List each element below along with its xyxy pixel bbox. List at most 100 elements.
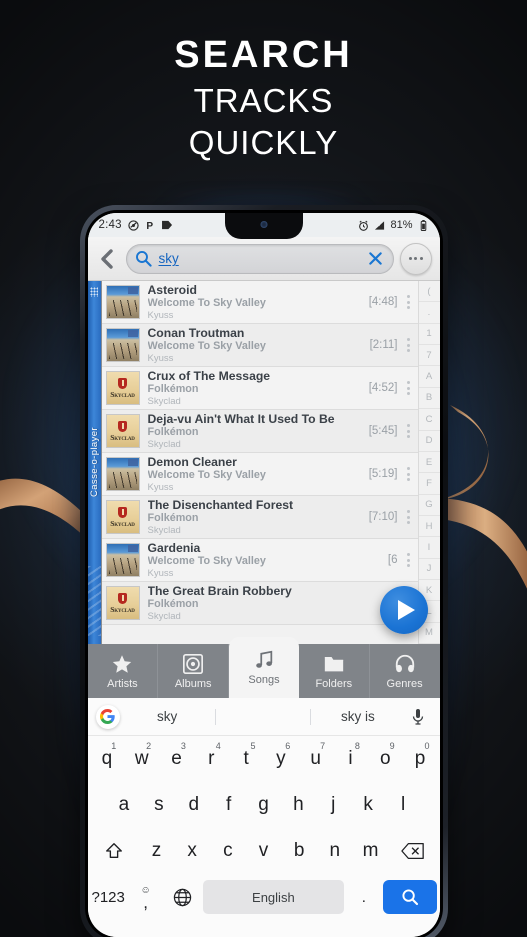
- index-letter[interactable]: .: [418, 302, 440, 324]
- index-letter[interactable]: (: [418, 281, 440, 303]
- key-b[interactable]: b: [282, 832, 316, 870]
- space-key[interactable]: English: [202, 880, 345, 914]
- microphone-button[interactable]: [405, 708, 431, 726]
- key-c[interactable]: c: [211, 832, 245, 870]
- key-u[interactable]: 7u: [299, 740, 332, 778]
- key-v[interactable]: v: [247, 832, 281, 870]
- key-n[interactable]: n: [318, 832, 352, 870]
- tab-artists[interactable]: Artists: [88, 644, 159, 698]
- shift-key[interactable]: [91, 832, 138, 870]
- index-letter[interactable]: H: [418, 516, 440, 538]
- key-m[interactable]: m: [354, 832, 388, 870]
- tab-folders[interactable]: Folders: [299, 644, 370, 698]
- track-list[interactable]: Asteroid Welcome To Sky Valley Kyuss [4:48]…: [101, 281, 418, 644]
- key-r[interactable]: 4r: [195, 740, 228, 778]
- alphabet-index-strip[interactable]: (. 1 7 A B C D E F G H I J K L M: [417, 281, 440, 645]
- microphone-icon: [413, 708, 424, 725]
- track-overflow-icon[interactable]: [402, 373, 416, 403]
- track-row[interactable]: Skyclad Deja-vu Ain't What It Used To Be F…: [101, 410, 418, 453]
- key-w[interactable]: 2w: [125, 740, 158, 778]
- track-row[interactable]: Skyclad The Great Brain Robbery Folkémon Sk…: [101, 582, 418, 625]
- key-o[interactable]: 9o: [369, 740, 402, 778]
- tab-albums[interactable]: Albums: [158, 644, 230, 698]
- comma-key[interactable]: ☺ ,: [128, 878, 163, 916]
- suggestion-bar: sky sky is: [87, 698, 440, 736]
- track-title: Crux of The Message: [147, 368, 271, 383]
- period-key[interactable]: .: [346, 878, 381, 916]
- key-z[interactable]: z: [140, 832, 174, 870]
- play-fab-button[interactable]: [379, 586, 428, 634]
- side-drawer-tab[interactable]: Casse-o-player: [87, 281, 102, 644]
- globe-icon: [174, 888, 192, 906]
- index-letter[interactable]: M: [418, 623, 440, 645]
- search-input[interactable]: sky: [125, 243, 394, 274]
- key-g[interactable]: g: [247, 786, 280, 824]
- suggestion-1[interactable]: sky: [120, 709, 215, 724]
- track-row[interactable]: Skyclad The Disenchanted Forest Folkémon Sk…: [101, 496, 418, 539]
- track-row[interactable]: Gardenia Welcome To Sky Valley Kyuss [6: [101, 539, 418, 582]
- key-label: w: [134, 748, 149, 769]
- index-letter[interactable]: J: [418, 559, 440, 581]
- key-d[interactable]: d: [177, 786, 210, 824]
- index-letter[interactable]: G: [418, 495, 440, 516]
- search-clear-button[interactable]: [367, 250, 385, 268]
- tab-label: Artists: [107, 677, 138, 690]
- key-e[interactable]: 3e: [160, 740, 193, 778]
- track-album: Welcome To Sky Valley: [147, 468, 266, 481]
- track-overflow-icon[interactable]: [402, 545, 416, 575]
- key-a[interactable]: a: [108, 786, 141, 824]
- google-logo-icon[interactable]: [95, 704, 120, 729]
- album-art-text: Skyclad: [110, 518, 135, 528]
- track-row[interactable]: Skyclad Crux of The Message Folkémon Skycla…: [101, 367, 418, 410]
- backspace-key[interactable]: [389, 832, 436, 870]
- search-icon: [135, 251, 152, 267]
- key-s[interactable]: s: [142, 786, 175, 824]
- key-q[interactable]: 1q: [91, 740, 124, 778]
- track-overflow-icon[interactable]: [402, 287, 416, 317]
- key-l[interactable]: l: [387, 786, 420, 824]
- star-icon: [111, 653, 133, 675]
- headline-line-3: QUICKLY: [188, 124, 339, 161]
- language-key[interactable]: [165, 878, 200, 916]
- back-button[interactable]: [94, 244, 120, 274]
- key-f[interactable]: f: [212, 786, 245, 824]
- key-i[interactable]: 8i: [334, 740, 367, 778]
- key-label: p: [414, 748, 426, 769]
- track-overflow-icon[interactable]: [402, 416, 416, 446]
- index-letter[interactable]: F: [418, 473, 440, 495]
- track-overflow-icon[interactable]: [402, 459, 416, 489]
- track-row[interactable]: Demon Cleaner Welcome To Sky Valley Kyuss[…: [101, 453, 418, 496]
- key-label: e: [171, 748, 182, 769]
- album-art: Skyclad: [105, 500, 140, 534]
- keyboard-row-3: zxcvbnm: [88, 828, 440, 874]
- tab-songs[interactable]: Songs: [229, 637, 299, 698]
- index-letter[interactable]: B: [418, 388, 440, 410]
- suggestion-3[interactable]: sky is: [310, 709, 405, 724]
- key-x[interactable]: x: [175, 832, 209, 870]
- symbols-key[interactable]: ?123: [91, 878, 126, 916]
- key-h[interactable]: h: [282, 786, 315, 824]
- track-meta: Deja-vu Ain't What It Used To Be Folkémon…: [148, 412, 369, 451]
- key-p[interactable]: 0p: [404, 740, 437, 778]
- index-letter[interactable]: C: [418, 409, 440, 431]
- overflow-menu-icon: [408, 257, 423, 260]
- index-letter[interactable]: 1: [418, 324, 440, 346]
- overflow-menu-button[interactable]: [399, 242, 432, 275]
- index-letter[interactable]: I: [418, 537, 440, 559]
- index-letter[interactable]: 7: [418, 345, 440, 367]
- key-j[interactable]: j: [317, 786, 350, 824]
- keyboard-row-2: asdfghjkl: [88, 782, 440, 828]
- key-k[interactable]: k: [352, 786, 385, 824]
- key-t[interactable]: 5t: [230, 740, 263, 778]
- index-letter[interactable]: D: [418, 431, 440, 452]
- track-overflow-icon[interactable]: [402, 330, 416, 360]
- track-overflow-icon[interactable]: [402, 502, 416, 532]
- search-enter-key[interactable]: [383, 880, 437, 914]
- track-meta: Gardenia Welcome To Sky Valley Kyuss: [148, 541, 388, 580]
- index-letter[interactable]: A: [418, 366, 440, 388]
- track-row[interactable]: Conan Troutman Welcome To Sky Valley Kyuss…: [101, 324, 418, 367]
- index-letter[interactable]: E: [418, 452, 440, 474]
- tab-genres[interactable]: Genres: [370, 644, 440, 698]
- key-y[interactable]: 6y: [265, 740, 298, 778]
- track-row[interactable]: Asteroid Welcome To Sky Valley Kyuss [4:48]: [101, 281, 418, 324]
